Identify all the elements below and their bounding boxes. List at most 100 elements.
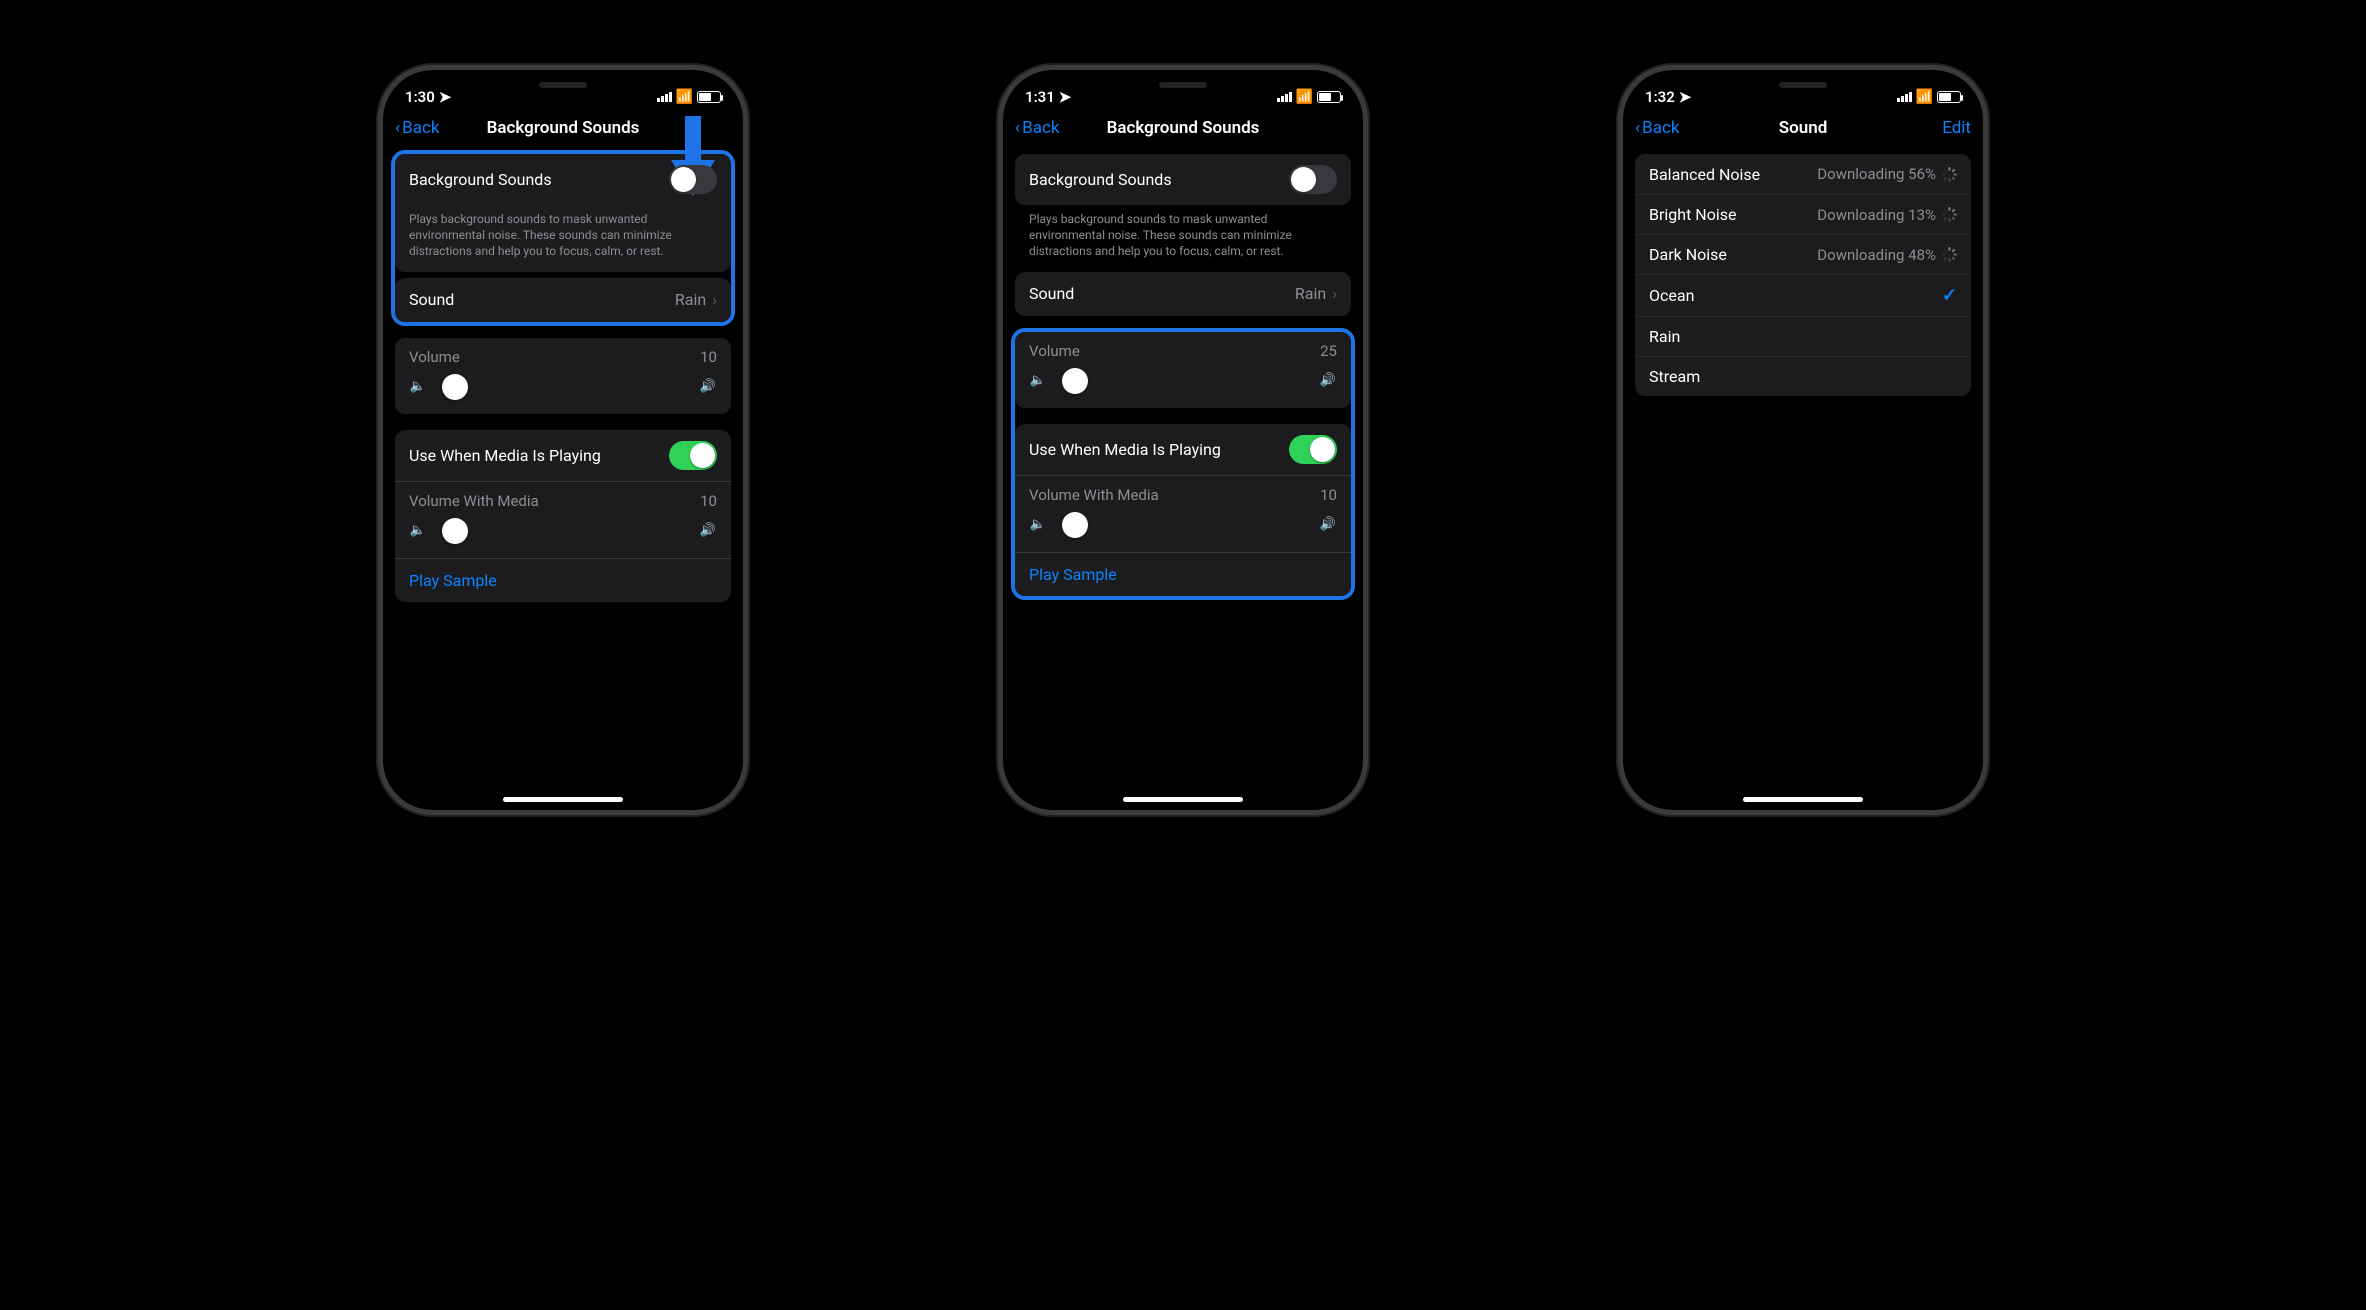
home-indicator[interactable] <box>1743 797 1863 802</box>
sound-name: Dark Noise <box>1649 245 1727 264</box>
sound-value: Rain <box>1295 284 1326 303</box>
status-time: 1:30 <box>405 88 435 106</box>
checkmark-icon: ✓ <box>1942 285 1957 306</box>
wifi-icon: 📶 <box>676 89 693 105</box>
volume-media-value: 10 <box>1320 486 1337 504</box>
phone-2: 1:31 ➤ 📶 ‹ Back Background Sounds Backgr… <box>1003 70 1363 810</box>
use-when-media-label: Use When Media Is Playing <box>409 446 601 465</box>
page-title: Background Sounds <box>487 118 640 138</box>
sound-row[interactable]: Sound Rain › <box>395 278 731 322</box>
home-indicator[interactable] <box>503 797 623 802</box>
spinner-icon <box>1942 207 1957 222</box>
cellular-icon <box>657 92 672 102</box>
sound-label: Sound <box>1029 284 1074 303</box>
volume-group: Volume 25 🔈 🔊 <box>1015 332 1351 408</box>
nav-bar: ‹ Back Sound Edit <box>1623 112 1983 154</box>
chevron-left-icon: ‹ <box>395 118 400 138</box>
background-sounds-toggle[interactable] <box>669 165 717 194</box>
use-when-media-label: Use When Media Is Playing <box>1029 440 1221 459</box>
status-time: 1:32 <box>1645 88 1675 106</box>
volume-slider[interactable]: 🔈 🔊 <box>409 374 717 400</box>
cellular-icon <box>1277 92 1292 102</box>
volume-media-slider[interactable]: 🔈 🔊 <box>1029 512 1337 538</box>
status-bar: 1:32 ➤ 📶 <box>1623 70 1983 112</box>
battery-icon <box>697 91 721 103</box>
sound-row[interactable]: Sound Rain › <box>1015 272 1351 316</box>
background-sounds-footer: Plays background sounds to mask unwanted… <box>1015 205 1351 272</box>
use-when-media-toggle[interactable] <box>669 441 717 470</box>
download-status: Downloading 13% <box>1817 206 1957 224</box>
chevron-left-icon: ‹ <box>1635 118 1640 138</box>
battery-icon <box>1317 91 1341 103</box>
highlight-top: Background Sounds Plays background sound… <box>391 150 735 326</box>
back-label: Back <box>1022 118 1059 138</box>
volume-value: 10 <box>700 348 717 366</box>
cellular-icon <box>1897 92 1912 102</box>
phone-3: 1:32 ➤ 📶 ‹ Back Sound Edit Balanced Nois… <box>1623 70 1983 810</box>
sound-option[interactable]: Stream <box>1635 356 1971 396</box>
chevron-left-icon: ‹ <box>1015 118 1020 138</box>
volume-label: Volume <box>1029 342 1080 360</box>
edit-button[interactable]: Edit <box>1942 118 1971 138</box>
page-title: Sound <box>1779 118 1828 138</box>
bg-sounds-group: Background Sounds <box>1015 154 1351 205</box>
background-sounds-toggle[interactable] <box>1289 165 1337 194</box>
volume-low-icon: 🔈 <box>409 523 427 538</box>
status-bar: 1:30 ➤ 📶 <box>383 70 743 112</box>
volume-slider[interactable]: 🔈 🔊 <box>1029 368 1337 394</box>
sound-option[interactable]: Dark Noise Downloading 48% <box>1635 234 1971 274</box>
back-button[interactable]: ‹ Back <box>1015 118 1059 138</box>
volume-high-icon: 🔊 <box>699 523 717 538</box>
background-sounds-row: Background Sounds <box>1015 154 1351 205</box>
volume-media-label: Volume With Media <box>1029 486 1159 504</box>
wifi-icon: 📶 <box>1296 89 1313 105</box>
spinner-icon <box>1942 167 1957 182</box>
volume-media-slider[interactable]: 🔈 🔊 <box>409 518 717 544</box>
use-when-media-toggle[interactable] <box>1289 435 1337 464</box>
spinner-icon <box>1942 247 1957 262</box>
sound-name: Ocean <box>1649 286 1694 305</box>
sound-option[interactable]: Ocean ✓ <box>1635 274 1971 316</box>
volume-low-icon: 🔈 <box>1029 517 1047 532</box>
chevron-right-icon: › <box>1332 284 1337 303</box>
sound-value: Rain <box>675 290 706 309</box>
location-icon: ➤ <box>1679 88 1692 106</box>
sound-group: Sound Rain › <box>1015 272 1351 316</box>
volume-high-icon: 🔊 <box>1319 517 1337 532</box>
play-sample-button[interactable]: Play Sample <box>395 558 731 602</box>
use-when-media-row: Use When Media Is Playing <box>395 430 731 481</box>
sound-option[interactable]: Bright NoiseDownloading 13% <box>1635 194 1971 234</box>
location-icon: ➤ <box>439 88 452 106</box>
back-button[interactable]: ‹ Back <box>1635 118 1679 138</box>
play-sample-button[interactable]: Play Sample <box>1015 552 1351 596</box>
background-sounds-label: Background Sounds <box>1029 170 1172 189</box>
status-time: 1:31 <box>1025 88 1055 106</box>
chevron-right-icon: › <box>712 290 717 309</box>
volume-media-value: 10 <box>700 492 717 510</box>
location-icon: ➤ <box>1059 88 1072 106</box>
sound-label: Sound <box>409 290 454 309</box>
status-bar: 1:31 ➤ 📶 <box>1003 70 1363 112</box>
back-button[interactable]: ‹ Back <box>395 118 439 138</box>
volume-low-icon: 🔈 <box>1029 373 1047 388</box>
background-sounds-label: Background Sounds <box>409 170 552 189</box>
sound-list: Balanced Noise Downloading 56% Bright Nois… <box>1635 154 1971 396</box>
home-indicator[interactable] <box>1123 797 1243 802</box>
sound-option[interactable]: Balanced Noise Downloading 56% <box>1635 154 1971 194</box>
download-status: Downloading 56% <box>1817 165 1957 183</box>
battery-icon <box>1937 91 1961 103</box>
sound-name: Balanced Noise <box>1649 165 1760 184</box>
sound-option[interactable]: Rain <box>1635 316 1971 356</box>
volume-media-label: Volume With Media <box>409 492 539 510</box>
phone-1: 1:30 ➤ 📶 ‹ Back Background Sounds Backgr… <box>383 70 743 810</box>
nav-bar: ‹ Back Background Sounds <box>1003 112 1363 154</box>
media-group: Use When Media Is Playing Volume With Me… <box>1015 424 1351 596</box>
volume-group: Volume 10 🔈 🔊 <box>395 338 731 414</box>
wifi-icon: 📶 <box>1916 89 1933 105</box>
use-when-media-row: Use When Media Is Playing <box>1015 424 1351 475</box>
highlight-bottom: Volume 25 🔈 🔊 <box>1011 328 1355 600</box>
sound-name: Stream <box>1649 367 1700 386</box>
download-status: Downloading 48% <box>1817 246 1957 264</box>
media-group: Use When Media Is Playing Volume With Me… <box>395 430 731 602</box>
volume-high-icon: 🔊 <box>1319 373 1337 388</box>
